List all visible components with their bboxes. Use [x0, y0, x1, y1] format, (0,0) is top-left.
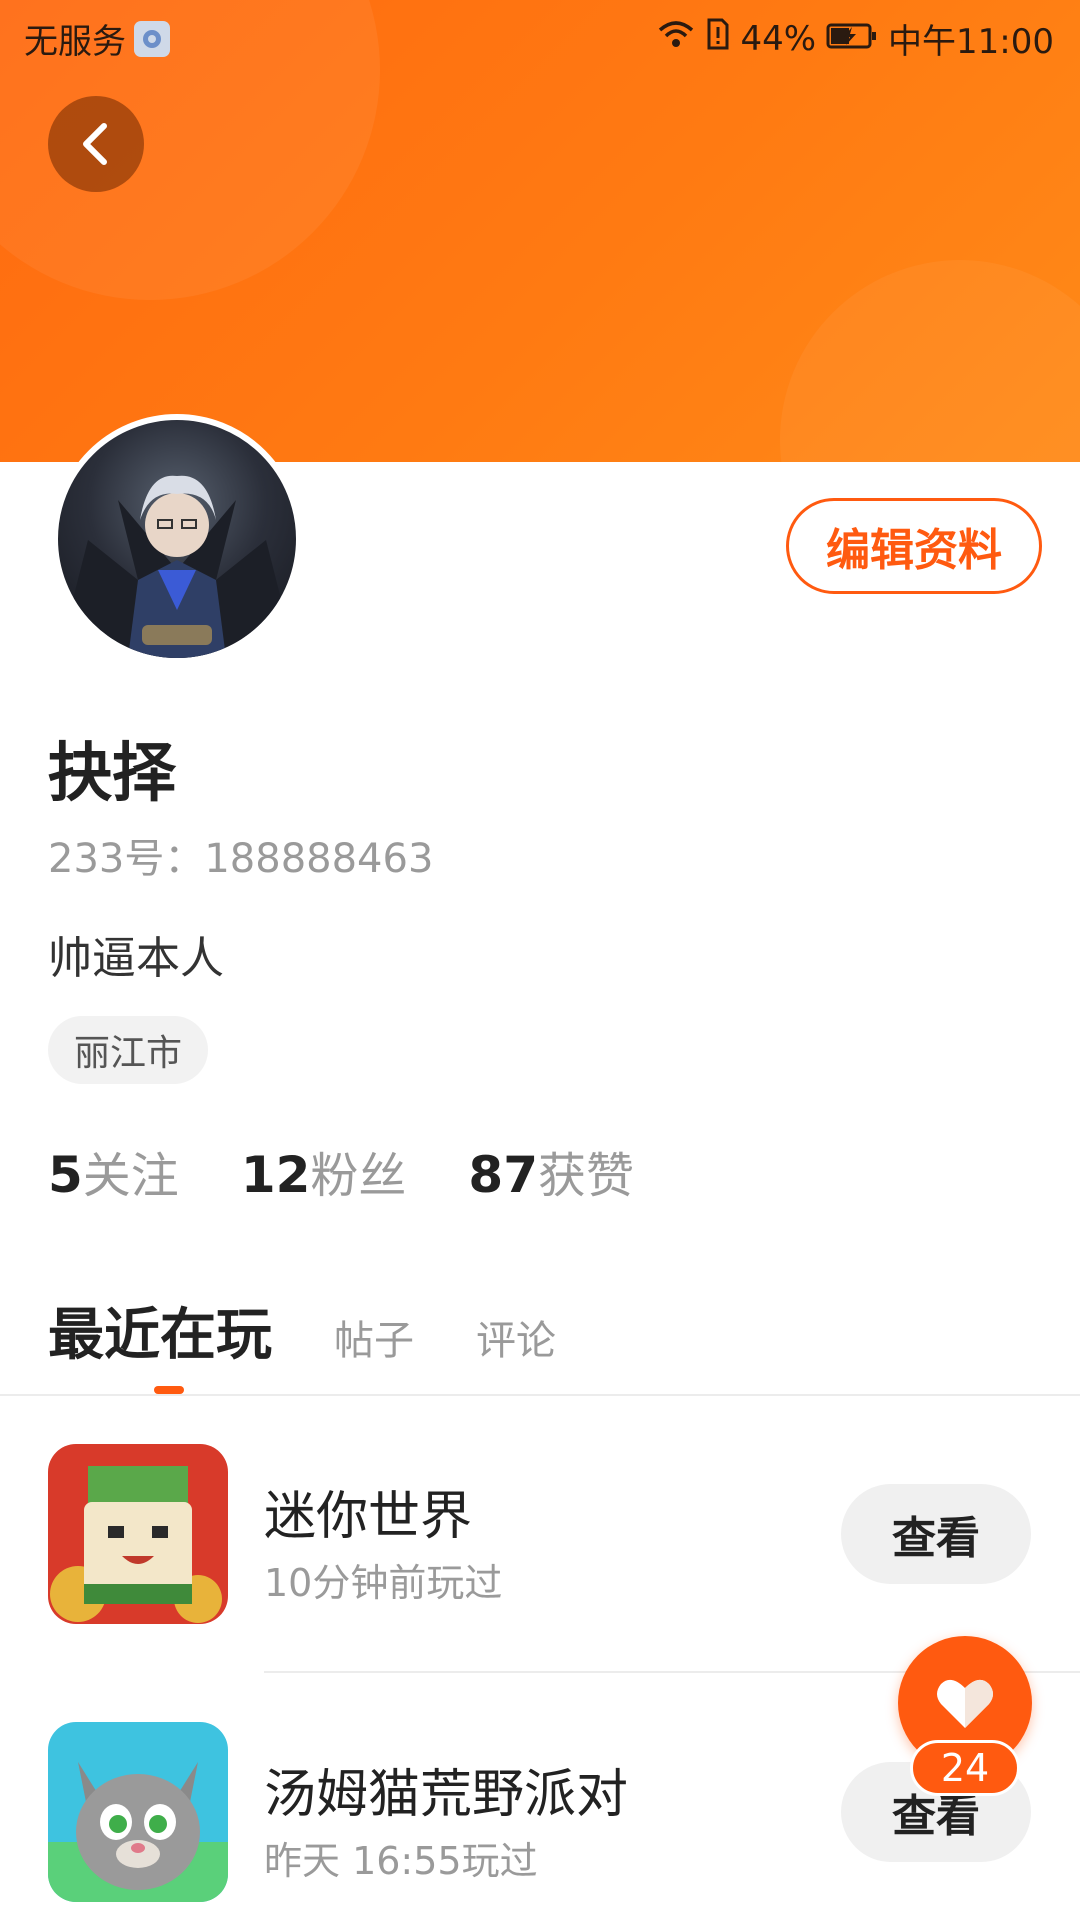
- tab-comments[interactable]: 评论: [476, 1308, 556, 1366]
- wifi-icon: [656, 18, 696, 59]
- username: 抉择: [48, 737, 176, 811]
- stat-label: 获赞: [538, 1148, 635, 1204]
- game-title: 迷你世界: [264, 1487, 473, 1547]
- stat-label: 关注: [82, 1148, 179, 1204]
- status-bar: 无服务 44% 中午11:00: [0, 0, 1080, 76]
- game-icon-mini-world: [48, 1444, 228, 1624]
- tab-indicator: [154, 1386, 184, 1394]
- avatar[interactable]: [52, 414, 302, 664]
- carrier-label: 无服务: [24, 22, 126, 62]
- avatar-image: [58, 475, 296, 658]
- chevron-left-icon: [83, 123, 107, 165]
- stat-value: 87: [468, 1146, 539, 1204]
- stat-likes[interactable]: 87 获赞: [468, 1136, 634, 1206]
- sim-alert-icon: [706, 17, 730, 60]
- edit-profile-button[interactable]: 编辑资料: [786, 498, 1042, 594]
- game-last-played: 10分钟前玩过: [264, 1561, 503, 1605]
- stat-followers[interactable]: 12 粉丝: [241, 1136, 407, 1206]
- clock: 中午11:00: [888, 22, 1054, 62]
- stat-label: 粉丝: [310, 1148, 407, 1204]
- carrier-icon: [134, 20, 170, 57]
- game-row[interactable]: 迷你世界 10分钟前玩过 查看: [48, 1444, 1080, 1624]
- stat-following[interactable]: 5 关注: [48, 1136, 179, 1206]
- battery-charging-icon: [826, 19, 878, 59]
- bio: 帅逼本人: [48, 933, 224, 984]
- location-chip: 丽江市: [48, 1016, 209, 1084]
- game-title: 汤姆猫荒野派对: [264, 1765, 629, 1825]
- view-button[interactable]: 查看: [841, 1484, 1031, 1584]
- back-button[interactable]: [48, 96, 144, 192]
- heart-icon: [937, 1679, 993, 1728]
- banner-decoration: [780, 260, 1080, 462]
- profile-stats: 5 关注 12 粉丝 87 获赞: [48, 1136, 696, 1206]
- stat-value: 5: [48, 1146, 83, 1204]
- location-label: 丽江市: [74, 1033, 183, 1074]
- like-count-badge: 24: [910, 1740, 1020, 1796]
- stat-value: 12: [240, 1146, 311, 1204]
- divider: [0, 1394, 1080, 1396]
- account-id: 233号：188888463: [48, 836, 434, 882]
- status-right: 44% 中午11:00: [656, 14, 1054, 63]
- battery-percent: 44%: [740, 18, 817, 59]
- game-icon-talking-tom: [48, 1722, 228, 1902]
- profile-tabs: 最近在玩 帖子 评论: [48, 1290, 618, 1371]
- game-last-played: 昨天 16:55玩过: [264, 1839, 538, 1883]
- tab-posts[interactable]: 帖子: [334, 1308, 414, 1366]
- status-left: 无服务: [24, 14, 170, 63]
- tab-recently-played[interactable]: 最近在玩: [48, 1290, 272, 1371]
